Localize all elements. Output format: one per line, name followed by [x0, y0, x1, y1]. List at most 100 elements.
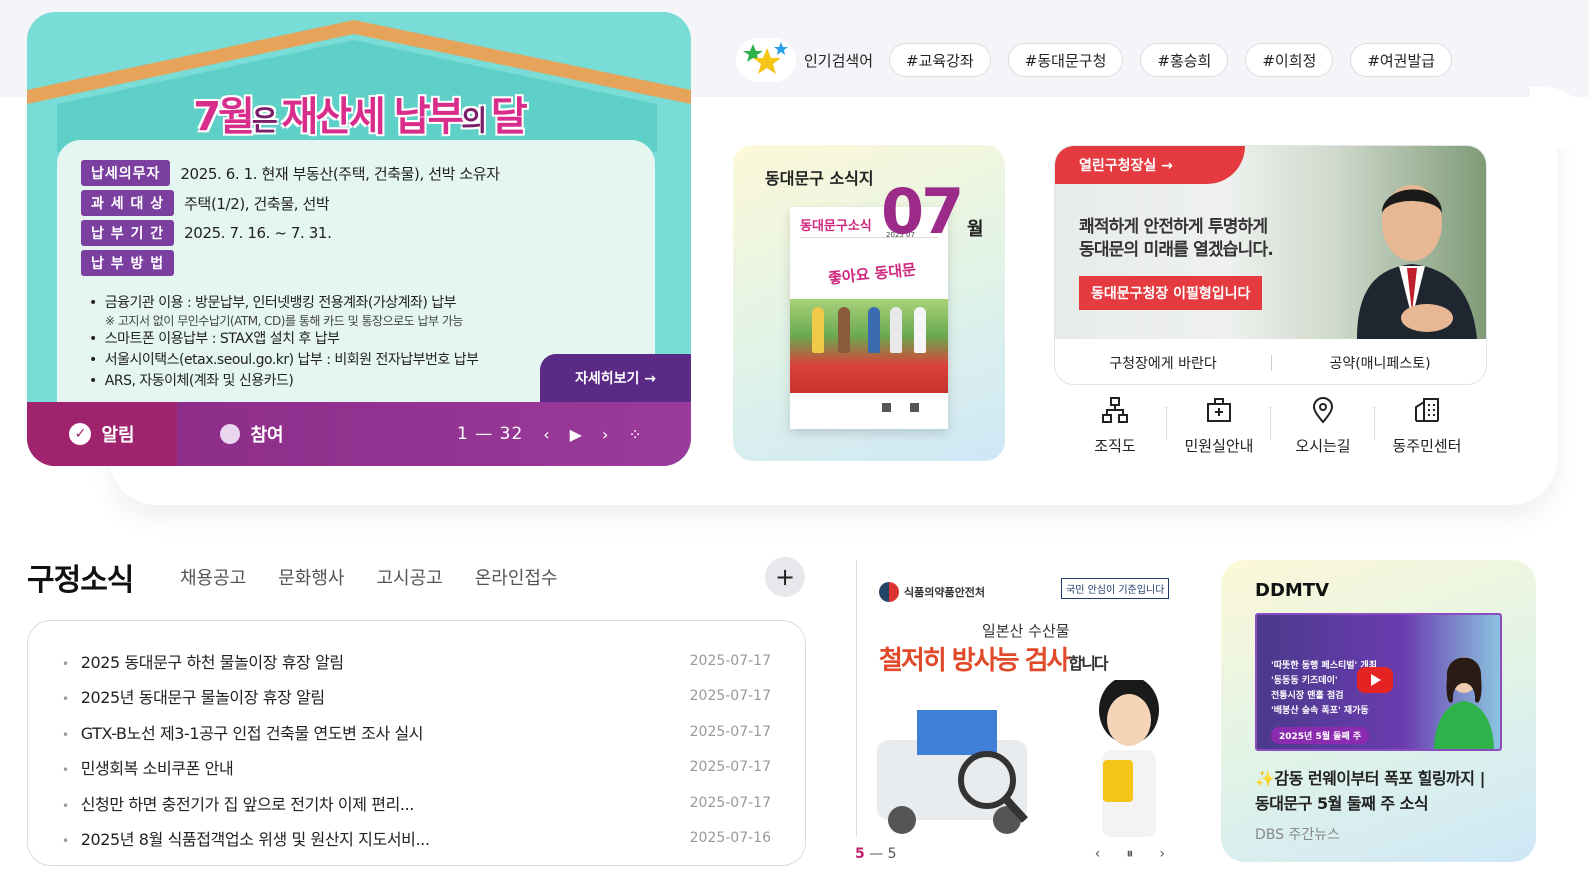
month-number: 07: [881, 175, 964, 248]
list-item[interactable]: 2025년 8월 식품접객업소 위생 및 원산지 지도서비... 2025-07-…: [62, 821, 771, 857]
quick-link-community-center[interactable]: 동주민센터: [1375, 395, 1479, 470]
quick-link-org-chart[interactable]: 조직도: [1063, 395, 1167, 470]
method-item: ARS, 자동이체(계좌 및 신용카드): [89, 371, 479, 392]
person-figure: [838, 307, 850, 353]
mayor-name-label: 동대문구청장 이필형입니다: [1079, 276, 1263, 310]
list-item[interactable]: 신청만 하면 충전기가 집 앞으로 전기차 이제 편리... 2025-07-17: [62, 785, 771, 821]
quick-link-label: 민원실안내: [1184, 437, 1254, 455]
method-item: 금융기관 이용 : 방문납부, 인터넷뱅킹 전용계좌(가상계좌) 납부: [89, 293, 479, 314]
stars-icon: [736, 38, 796, 82]
link-request-mayor[interactable]: 구청장에게 바란다: [1055, 353, 1271, 373]
ddmtv-card[interactable]: DDMTV '따뜻한 동행 페스티벌' 개최 '동동동 키즈데이' 전통시장 맨…: [1221, 560, 1536, 862]
cover-slogan: 좋아요 동대문: [827, 260, 917, 288]
keyword-chip[interactable]: #동대문구청: [1007, 43, 1124, 77]
inspection-illustration: [877, 680, 1159, 837]
prev-arrow-icon[interactable]: ‹: [543, 425, 549, 444]
person-figure: [868, 307, 880, 353]
promo-subtitle: 일본산 수산물: [982, 622, 1070, 640]
page-indicator: 1 — 32: [457, 424, 524, 444]
promo-org: 식품의약품안전처: [879, 582, 985, 602]
banner-more-button[interactable]: 자세히보기 →: [540, 354, 691, 402]
tab-recruitment[interactable]: 채용공고: [180, 564, 246, 590]
tab-alert-label: 알림: [101, 425, 135, 446]
list-item[interactable]: 2025 동대문구 하천 물놀이장 휴장 알림 2025-07-17: [62, 643, 771, 679]
method-item: 스마트폰 이용납부 : STAX앱 설치 후 납부: [89, 329, 479, 350]
slogan-line: 동대문의 미래를 열겠습니다.: [1079, 240, 1274, 260]
promo-controls: ‹⏸›: [1095, 846, 1165, 862]
list-item[interactable]: 2025년 동대문구 물놀이장 휴장 알림 2025-07-17: [62, 679, 771, 715]
info-row-method: 납 부 방 법: [81, 250, 175, 276]
person-figure: [812, 307, 824, 353]
radio-circle-icon: [220, 424, 241, 444]
gu-news-title: 구정소식: [27, 563, 134, 598]
keyword-chip[interactable]: #여권발급: [1350, 43, 1453, 77]
bullet-item: '배봉산 숲속 폭포' 재가동: [1271, 706, 1369, 716]
banner-control-bar: ✓ 알림 참여 1 — 32 ‹ ▶ › ⁘: [27, 402, 691, 466]
item-date: 2025-07-17: [689, 794, 771, 811]
item-title: 2025 동대문구 하천 물놀이장 휴장 알림: [62, 649, 344, 673]
cover-title: 동대문구소식: [800, 219, 872, 234]
video-caption[interactable]: ✨감동 런웨이부터 폭포 힐링까지 | 동대문구 5월 둘째 주 소식: [1255, 766, 1485, 816]
popular-label: 인기검색어: [804, 51, 874, 70]
gu-news-list: 2025 동대문구 하천 물놀이장 휴장 알림 2025-07-17 2025년 …: [27, 620, 806, 866]
promo-page-indicator: 5 — 5: [855, 846, 897, 862]
org-chart-icon: [1102, 397, 1128, 423]
gov-emblem-icon: [879, 582, 899, 602]
mayor-portrait-image: [1357, 185, 1477, 339]
newsletter-card[interactable]: 동대문구 소식지 동대문구소식 2025 07 좋아요 동대문 07 월: [733, 145, 1005, 461]
promo-pager: 5 — 5 ‹⏸›: [855, 846, 1171, 862]
play-icon[interactable]: ▶: [570, 425, 582, 444]
gu-news-tabs: 채용공고 문화행사 고시공고 온라인접수: [180, 564, 558, 590]
item-date: 2025-07-17: [689, 723, 771, 740]
payment-method-list: 금융기관 이용 : 방문납부, 인터넷뱅킹 전용계좌(가상계좌) 납부 ※ 고지…: [89, 293, 479, 392]
quick-links: 조직도 민원실안내 오시는길 동주민센터: [1063, 395, 1479, 470]
person-figure: [890, 307, 902, 353]
keyword-chip[interactable]: #교육강좌: [889, 43, 991, 77]
mayor-links: 구청장에게 바란다 공약(매니페스토): [1055, 339, 1486, 384]
slogan-line: 쾌적하게 안전하게 투명하게: [1079, 217, 1268, 237]
cover-footer: [790, 393, 948, 429]
tab-notice[interactable]: 고시공고: [377, 564, 443, 590]
video-thumbnail[interactable]: '따뜻한 동행 페스티벌' 개최 '동동동 키즈데이' 전통시장 맨홀 점검 '…: [1255, 613, 1502, 751]
org-name: 식품의약품안전처: [904, 586, 985, 599]
episode-badge: 2025년 5월 둘째 주: [1271, 727, 1370, 744]
link-manifesto[interactable]: 공약(매니페스토): [1272, 353, 1486, 373]
keyword-chip[interactable]: #홍승희: [1140, 43, 1229, 77]
list-item[interactable]: GTX-B노선 제3-1공구 인접 건축물 연도변 조사 실시 2025-07-1…: [62, 714, 771, 750]
mayor-office-header[interactable]: 열린구청장실 →: [1055, 146, 1245, 184]
info-row-taxpayer: 납세의무자 2025. 6. 1. 현재 부동산(주택, 건축물), 선박 소유자: [81, 160, 500, 186]
tab-culture[interactable]: 문화행사: [278, 564, 344, 590]
quick-link-label: 오시는길: [1295, 437, 1351, 455]
ddmtv-title: DDMTV: [1255, 580, 1330, 601]
newsletter-title: 동대문구 소식지: [765, 169, 874, 188]
info-row-period: 납 부 기 간 2025. 7. 16. ~ 7. 31.: [81, 220, 332, 246]
method-note: ※ 고지서 없이 무인수납기(ATM, CD)를 통해 카드 및 통장으로도 납…: [105, 314, 463, 328]
map-pin-icon: [1312, 397, 1334, 424]
tab-online-application[interactable]: 온라인접수: [475, 564, 558, 590]
check-icon: ✓: [69, 423, 92, 445]
prev-arrow-icon[interactable]: ‹: [1095, 846, 1127, 862]
video-source: DBS 주간뉴스: [1255, 827, 1340, 843]
quick-link-label: 동주민센터: [1392, 437, 1462, 455]
main-banner[interactable]: 7월은 재산세 납부의 달 납세의무자 2025. 6. 1. 현재 부동산(주택…: [27, 12, 691, 466]
more-plus-button[interactable]: +: [765, 557, 805, 597]
tab-alert[interactable]: ✓ 알림: [27, 402, 177, 466]
tab-join[interactable]: 참여: [177, 402, 327, 466]
mayor-office-card[interactable]: 열린구청장실 → 쾌적하게 안전하게 투명하게 동대문의 미래를 열겠습니다. …: [1054, 145, 1487, 385]
quick-link-civil-office[interactable]: 민원실안내: [1167, 395, 1271, 470]
next-arrow-icon[interactable]: ›: [602, 425, 608, 444]
item-title: 2025년 동대문구 물놀이장 휴장 알림: [62, 684, 325, 708]
item-date: 2025-07-17: [689, 652, 771, 669]
mayor-slogan: 쾌적하게 안전하게 투명하게 동대문의 미래를 열겠습니다.: [1079, 216, 1274, 262]
item-title: 신청만 하면 충전기가 집 앞으로 전기차 이제 편리...: [62, 791, 415, 815]
next-arrow-icon[interactable]: ›: [1159, 846, 1165, 862]
youtube-play-icon[interactable]: [1357, 667, 1393, 693]
list-item[interactable]: 민생회복 소비쿠폰 안내 2025-07-17: [62, 750, 771, 786]
keyword-chip[interactable]: #이희정: [1245, 43, 1334, 77]
popular-search-bar: 인기검색어 #교육강좌 #동대문구청 #홍승희 #이희정 #여권발급: [736, 38, 1469, 82]
person-figure: [914, 307, 926, 353]
pause-icon[interactable]: ⏸: [1126, 846, 1159, 862]
promo-banner[interactable]: 식품의약품안전처 국민 안심이 기준입니다 일본산 수산물 철저히 방사능 검사…: [856, 560, 1171, 837]
quick-link-directions[interactable]: 오시는길: [1271, 395, 1375, 470]
grid-view-icon[interactable]: ⁘: [628, 425, 641, 444]
